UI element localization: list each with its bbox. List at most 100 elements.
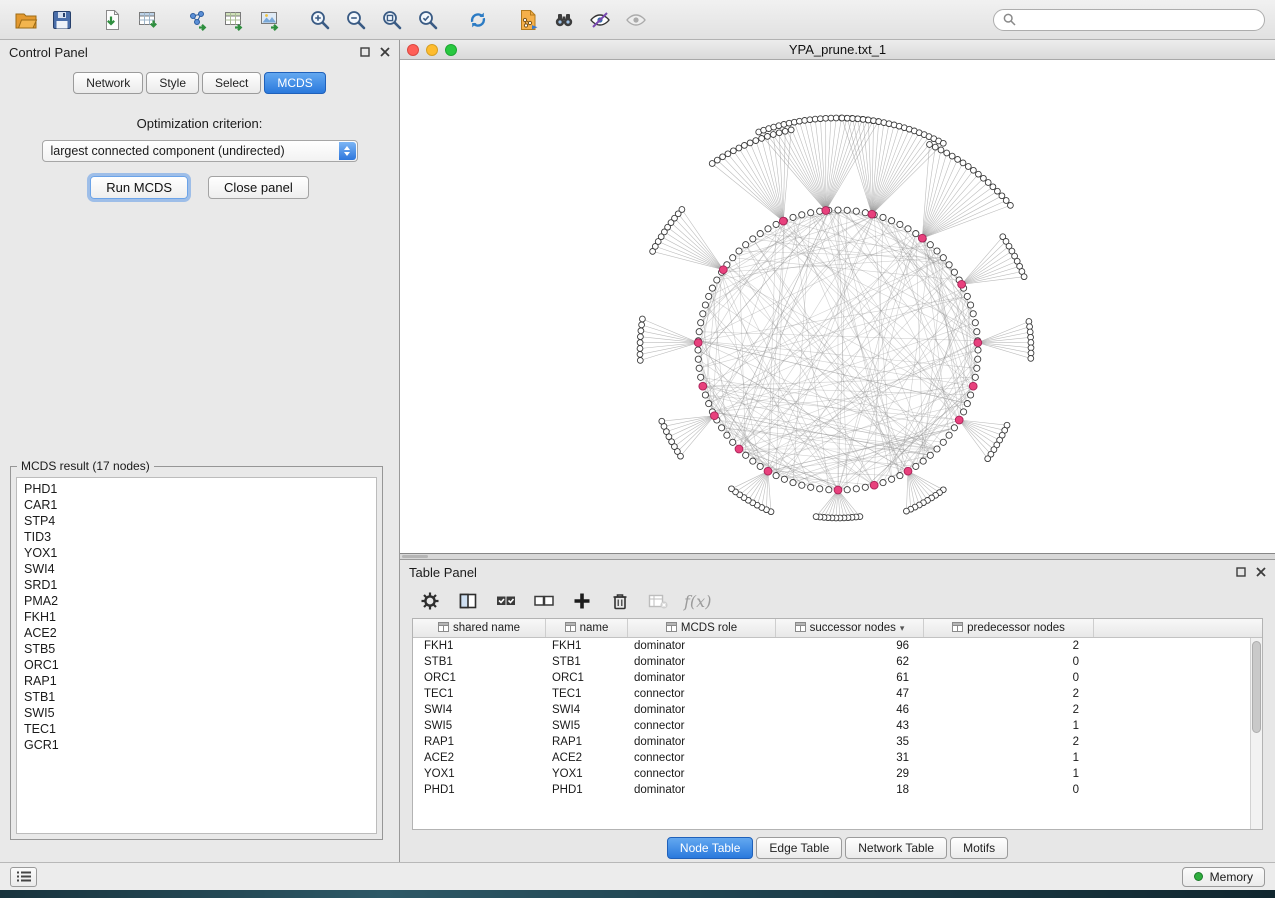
table-row[interactable]: SWI4SWI4dominator462 bbox=[413, 702, 1262, 718]
function-builder-button[interactable]: f(x) bbox=[684, 592, 711, 611]
scrollbar-thumb[interactable] bbox=[1252, 641, 1261, 733]
table-settings-button[interactable] bbox=[418, 589, 442, 613]
table-row[interactable]: RAP1RAP1dominator352 bbox=[413, 734, 1262, 750]
export-network-icon bbox=[186, 8, 210, 32]
deselect-all-rows-button[interactable] bbox=[532, 589, 556, 613]
zoom-out-button[interactable] bbox=[340, 5, 372, 35]
column-header-shared-name[interactable]: shared name bbox=[413, 619, 546, 637]
hide-graphics-details-button[interactable] bbox=[584, 5, 616, 35]
mcds-result-item[interactable]: CAR1 bbox=[24, 497, 369, 513]
table-cell: dominator bbox=[628, 670, 776, 686]
horizontal-splitter[interactable] bbox=[400, 554, 1275, 560]
search-input[interactable] bbox=[1022, 13, 1255, 27]
close-table-panel-icon[interactable] bbox=[1256, 567, 1266, 577]
tab-network[interactable]: Network bbox=[73, 72, 143, 94]
select-all-rows-button[interactable] bbox=[494, 589, 518, 613]
mcds-result-item[interactable]: PHD1 bbox=[24, 481, 369, 497]
close-panel-icon[interactable] bbox=[380, 47, 390, 57]
table-row[interactable]: FKH1FKH1dominator962 bbox=[413, 638, 1262, 654]
table-row[interactable]: YOX1YOX1connector291 bbox=[413, 766, 1262, 782]
network-canvas[interactable] bbox=[400, 60, 1275, 553]
tab-network-table[interactable]: Network Table bbox=[845, 837, 947, 859]
column-header-predecessor-nodes[interactable]: predecessor nodes bbox=[924, 619, 1094, 637]
mcds-result-item[interactable]: STP4 bbox=[24, 513, 369, 529]
mcds-result-item[interactable]: TEC1 bbox=[24, 721, 369, 737]
mcds-result-item[interactable]: FKH1 bbox=[24, 609, 369, 625]
gear-icon bbox=[420, 591, 440, 611]
zoom-fit-icon bbox=[380, 8, 404, 32]
table-row[interactable]: PHD1PHD1dominator180 bbox=[413, 782, 1262, 798]
tab-select[interactable]: Select bbox=[202, 72, 261, 94]
tab-edge-table[interactable]: Edge Table bbox=[756, 837, 842, 859]
search-icon bbox=[1003, 13, 1016, 26]
columns-icon bbox=[458, 591, 478, 611]
close-panel-button[interactable]: Close panel bbox=[208, 176, 309, 199]
find-button[interactable] bbox=[548, 5, 580, 35]
show-columns-button[interactable] bbox=[456, 589, 480, 613]
mcds-result-item[interactable]: PMA2 bbox=[24, 593, 369, 609]
tab-style[interactable]: Style bbox=[146, 72, 199, 94]
column-header-MCDS-role[interactable]: MCDS role bbox=[628, 619, 776, 637]
tab-node-table[interactable]: Node Table bbox=[667, 837, 754, 859]
mcds-result-item[interactable]: TID3 bbox=[24, 529, 369, 545]
show-panels-button[interactable] bbox=[10, 867, 37, 887]
column-header-name[interactable]: name bbox=[546, 619, 628, 637]
table-row[interactable]: STB1STB1dominator620 bbox=[413, 654, 1262, 670]
float-table-panel-icon[interactable] bbox=[1236, 567, 1246, 577]
column-header-successor-nodes[interactable]: successor nodes▾ bbox=[776, 619, 924, 637]
mcds-result-item[interactable]: GCR1 bbox=[24, 737, 369, 753]
close-window-button[interactable] bbox=[407, 44, 419, 56]
network-overview-button[interactable] bbox=[512, 5, 544, 35]
column-type-icon bbox=[666, 622, 677, 635]
run-mcds-button[interactable]: Run MCDS bbox=[90, 176, 188, 199]
table-row[interactable]: SWI5SWI5connector431 bbox=[413, 718, 1262, 734]
mcds-result-item[interactable]: ACE2 bbox=[24, 625, 369, 641]
apply-layout-button[interactable] bbox=[462, 5, 494, 35]
table-cell: 1 bbox=[924, 750, 1094, 766]
table-cell: 1 bbox=[924, 718, 1094, 734]
export-table-button[interactable] bbox=[218, 5, 250, 35]
table-row[interactable]: ORC1ORC1dominator610 bbox=[413, 670, 1262, 686]
table-cell: STB1 bbox=[546, 654, 628, 670]
zoom-window-button[interactable] bbox=[445, 44, 457, 56]
table-row[interactable]: TEC1TEC1connector472 bbox=[413, 686, 1262, 702]
network-graph[interactable] bbox=[400, 60, 1270, 553]
table-cell: 2 bbox=[924, 702, 1094, 718]
tab-motifs[interactable]: Motifs bbox=[950, 837, 1008, 859]
export-image-button[interactable] bbox=[254, 5, 286, 35]
mcds-result-item[interactable]: RAP1 bbox=[24, 673, 369, 689]
tab-mcds[interactable]: MCDS bbox=[264, 72, 325, 94]
zoom-fit-button[interactable] bbox=[376, 5, 408, 35]
open-session-button[interactable] bbox=[10, 5, 42, 35]
table-toolbar: f(x) bbox=[400, 584, 1275, 618]
minimize-window-button[interactable] bbox=[426, 44, 438, 56]
delete-columns-button[interactable] bbox=[608, 589, 632, 613]
mcds-result-item[interactable]: STB1 bbox=[24, 689, 369, 705]
export-network-button[interactable] bbox=[182, 5, 214, 35]
mcds-result-list[interactable]: PHD1CAR1STP4TID3YOX1SWI4SRD1PMA2FKH1ACE2… bbox=[16, 477, 377, 834]
delete-table-button[interactable] bbox=[646, 589, 670, 613]
save-session-button[interactable] bbox=[46, 5, 78, 35]
mcds-result-item[interactable]: SRD1 bbox=[24, 577, 369, 593]
table-cell: 0 bbox=[924, 670, 1094, 686]
mcds-result-item[interactable]: SWI5 bbox=[24, 705, 369, 721]
mcds-result-item[interactable]: SWI4 bbox=[24, 561, 369, 577]
zoom-in-button[interactable] bbox=[304, 5, 336, 35]
mcds-result-item[interactable]: YOX1 bbox=[24, 545, 369, 561]
deselect-all-icon bbox=[533, 591, 555, 611]
import-table-icon bbox=[136, 8, 160, 32]
mcds-result-item[interactable]: STB5 bbox=[24, 641, 369, 657]
zoom-selected-button[interactable] bbox=[412, 5, 444, 35]
optimization-criterion-label: Optimization criterion: bbox=[0, 116, 399, 131]
import-table-button[interactable] bbox=[132, 5, 164, 35]
memory-button[interactable]: Memory bbox=[1182, 867, 1265, 887]
add-column-button[interactable] bbox=[570, 589, 594, 613]
criterion-select[interactable]: largest connected component (undirected) bbox=[42, 140, 358, 162]
sort-chevron-icon: ▾ bbox=[900, 623, 905, 634]
import-network-button[interactable] bbox=[96, 5, 128, 35]
float-panel-icon[interactable] bbox=[360, 47, 370, 57]
table-scrollbar[interactable] bbox=[1250, 638, 1262, 829]
show-graphics-details-button[interactable] bbox=[620, 5, 652, 35]
table-row[interactable]: ACE2ACE2connector311 bbox=[413, 750, 1262, 766]
mcds-result-item[interactable]: ORC1 bbox=[24, 657, 369, 673]
